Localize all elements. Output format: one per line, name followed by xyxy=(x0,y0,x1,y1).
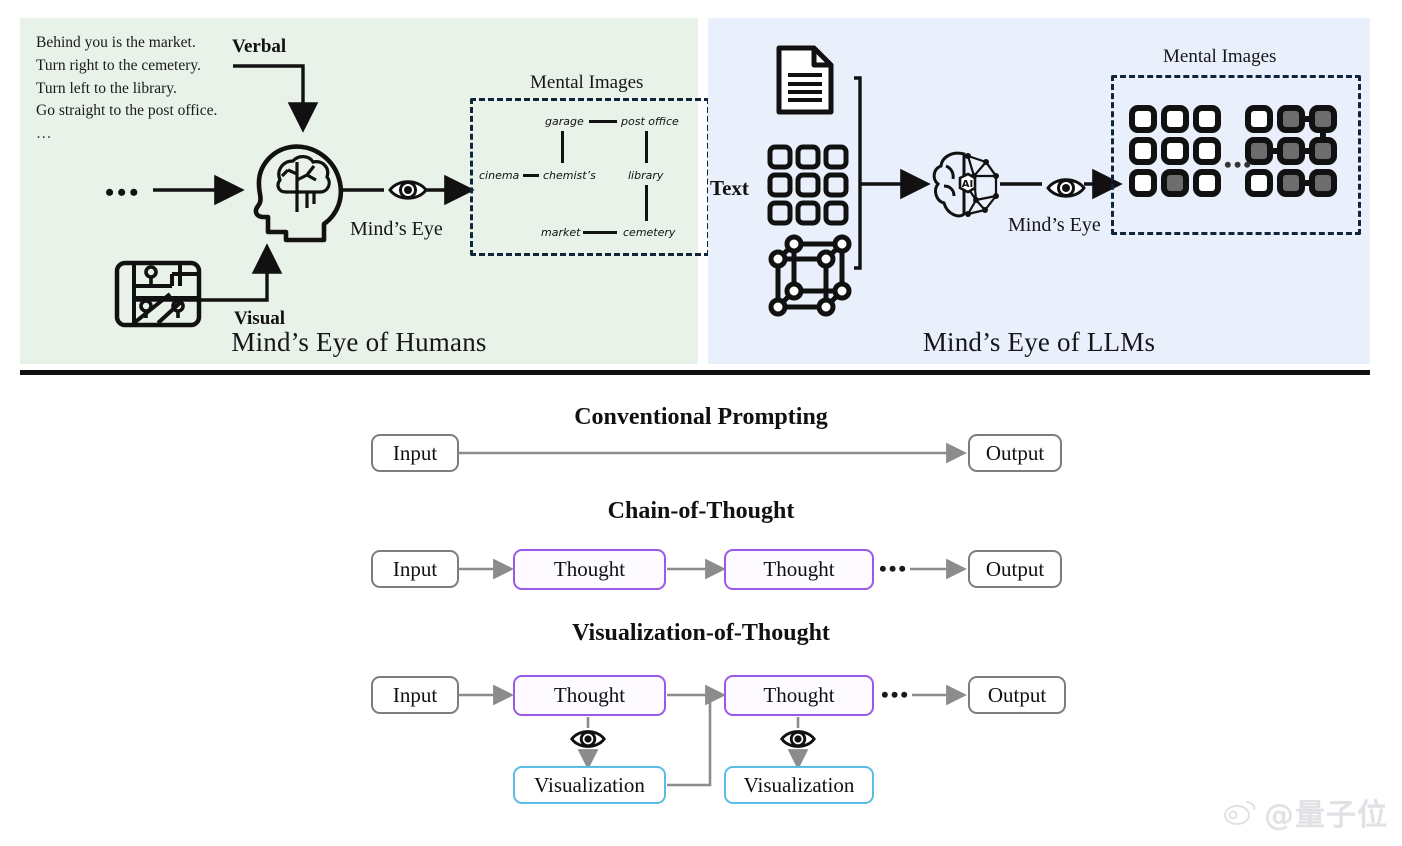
minds-eye-icon xyxy=(780,730,816,748)
map-edge-postoffice-library xyxy=(645,131,648,163)
cot-arrows xyxy=(459,558,967,580)
node-input-vot[interactable]: Input xyxy=(371,676,459,714)
panel-caption-llms: Mind’s Eye of LLMs xyxy=(922,327,1156,357)
map-edge-garage-postoffice xyxy=(589,120,617,123)
map-edge-market-cemetery xyxy=(583,231,617,234)
panel-minds-eye-humans: Behind you is the market. Turn right to … xyxy=(20,18,710,364)
mental-grid-ellipsis: ••• xyxy=(1224,152,1254,177)
flow-title-visualization-of-thought: Visualization-of-Thought xyxy=(572,620,830,646)
mental-images-box-humans: garage post office cinema chemist’s libr… xyxy=(470,98,710,256)
minds-eye-label: Mind’s Eye xyxy=(350,218,443,240)
node-thought-1-cot[interactable]: Thought xyxy=(513,549,666,590)
node-input-conventional[interactable]: Input xyxy=(371,434,459,472)
map-node-market: market xyxy=(541,226,581,239)
conventional-arrows xyxy=(459,442,967,464)
node-visualization-1[interactable]: Visualization xyxy=(513,766,666,804)
minds-eye-icon xyxy=(570,730,606,748)
node-thought-1-vot[interactable]: Thought xyxy=(513,675,666,716)
minds-eye-label: Mind’s Eye xyxy=(1008,214,1101,236)
mental-images-title: Mental Images xyxy=(1163,46,1277,67)
mental-images-title: Mental Images xyxy=(530,72,644,93)
ai-badge-text: AI xyxy=(962,179,973,190)
map-node-garage: garage xyxy=(545,115,584,128)
flow-title-conventional: Conventional Prompting xyxy=(574,404,828,430)
panel-caption-humans: Mind’s Eye of Humans xyxy=(231,327,487,357)
map-edge-cinema-chemists xyxy=(523,174,539,177)
node-input-cot[interactable]: Input xyxy=(371,550,459,588)
watermark-text: @量子位 xyxy=(1264,798,1388,833)
node-visualization-2[interactable]: Visualization xyxy=(724,766,874,804)
weibo-watermark: @量子位 xyxy=(1224,790,1388,834)
flow-title-chain-of-thought: Chain-of-Thought xyxy=(607,498,795,524)
map-edge-library-cemetery xyxy=(645,185,648,221)
section-divider xyxy=(20,370,1370,375)
node-output-vot[interactable]: Output xyxy=(968,676,1066,714)
node-thought-2-cot[interactable]: Thought xyxy=(724,549,874,590)
map-node-cemetery: cemetery xyxy=(623,226,676,239)
node-output-conventional[interactable]: Output xyxy=(968,434,1062,472)
node-thought-2-vot[interactable]: Thought xyxy=(724,675,874,716)
minds-eye-icon xyxy=(1046,178,1086,198)
map-node-library: library xyxy=(628,169,664,182)
mental-grid-initial xyxy=(1129,105,1221,197)
cot-ellipsis: ••• xyxy=(879,556,909,581)
node-output-cot[interactable]: Output xyxy=(968,550,1062,588)
vot-ellipsis: ••• xyxy=(881,682,911,707)
vot-arrows xyxy=(459,684,967,787)
map-node-chemists: chemist’s xyxy=(543,169,596,182)
map-icon xyxy=(114,260,202,328)
figure-root: Behind you is the market. Turn right to … xyxy=(0,0,1402,846)
weibo-logo-icon xyxy=(1224,801,1256,825)
map-edge-garage-chemists xyxy=(561,131,564,163)
minds-eye-icon xyxy=(388,180,428,200)
map-node-cinema: cinema xyxy=(479,169,520,182)
head-brain-icon xyxy=(253,144,344,243)
mental-grid-final xyxy=(1245,105,1337,197)
map-node-post-office: post office xyxy=(621,115,679,128)
ai-brain-icon: AI xyxy=(932,151,999,218)
